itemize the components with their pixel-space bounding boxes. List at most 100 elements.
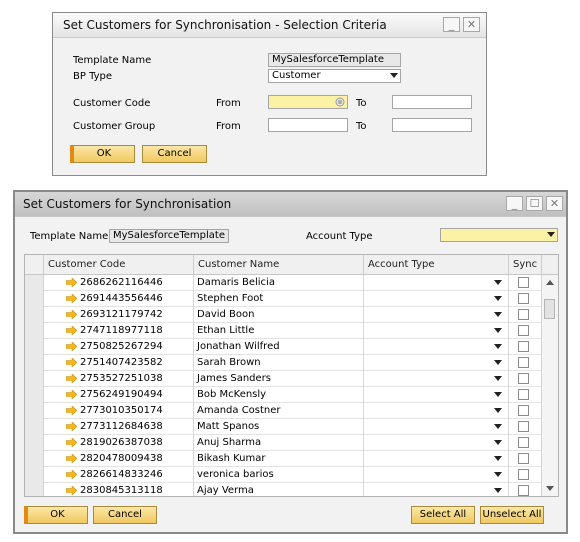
criteria-titlebar[interactable]: Set Customers for Synchronisation - Sele…	[53, 13, 486, 38]
row-selector[interactable]	[25, 387, 44, 403]
customer-group-to-field[interactable]	[392, 118, 472, 132]
row-selector[interactable]	[25, 355, 44, 371]
link-arrow-icon[interactable]	[66, 342, 77, 351]
account-type-dropdown[interactable]	[364, 403, 509, 419]
row-selector[interactable]	[25, 435, 44, 451]
account-type-dropdown[interactable]	[364, 467, 509, 483]
sync-titlebar[interactable]: Set Customers for Synchronisation _ ☐ ✕	[15, 192, 566, 217]
table-row[interactable]: 2750825267294 Jonathan Wilfred	[25, 339, 542, 355]
account-type-dropdown[interactable]	[364, 339, 509, 355]
table-row[interactable]: 2693121179742 David Boon	[25, 307, 542, 323]
row-selector[interactable]	[25, 339, 44, 355]
sync-checkbox[interactable]	[518, 277, 529, 288]
customer-code-from-field[interactable]	[268, 95, 348, 109]
account-type-dropdown[interactable]	[364, 307, 509, 323]
unselect-all-button[interactable]: Unselect All	[480, 506, 544, 524]
row-selector[interactable]	[25, 483, 44, 496]
table-row[interactable]: 2747118977118 Ethan Little	[25, 323, 542, 339]
table-row[interactable]: 2753527251038 James Sanders	[25, 371, 542, 387]
table-row[interactable]: 2773010350174 Amanda Costner	[25, 403, 542, 419]
sync-checkbox[interactable]	[518, 453, 529, 464]
account-type-select[interactable]	[440, 228, 558, 242]
scroll-thumb[interactable]	[544, 299, 555, 319]
row-selector[interactable]	[25, 467, 44, 483]
account-type-dropdown[interactable]	[364, 323, 509, 339]
table-row[interactable]: 2773112684638 Matt Spanos	[25, 419, 542, 435]
row-selector[interactable]	[25, 451, 44, 467]
table-row[interactable]: 2820478009438 Bikash Kumar	[25, 451, 542, 467]
row-selector[interactable]	[25, 275, 44, 291]
table-row[interactable]: 2819026387038 Anuj Sharma	[25, 435, 542, 451]
account-type-dropdown[interactable]	[364, 291, 509, 307]
sync-checkbox[interactable]	[518, 341, 529, 352]
account-type-dropdown[interactable]	[364, 275, 509, 291]
account-type-dropdown[interactable]	[364, 435, 509, 451]
link-arrow-icon[interactable]	[66, 438, 77, 447]
sync-checkbox[interactable]	[518, 485, 529, 496]
account-type-dropdown[interactable]	[364, 419, 509, 435]
customer-code-to-field[interactable]	[392, 95, 472, 109]
link-arrow-icon[interactable]	[66, 422, 77, 431]
header-customer-name[interactable]: Customer Name	[194, 255, 364, 274]
sync-checkbox[interactable]	[518, 293, 529, 304]
account-type-dropdown[interactable]	[364, 483, 509, 496]
cancel-button[interactable]: Cancel	[93, 506, 157, 524]
table-row[interactable]: 2826614833246 veronica barios	[25, 467, 542, 483]
link-arrow-icon[interactable]	[66, 486, 77, 495]
account-type-dropdown[interactable]	[364, 451, 509, 467]
sync-checkbox[interactable]	[518, 309, 529, 320]
link-arrow-icon[interactable]	[66, 374, 77, 383]
row-selector[interactable]	[25, 307, 44, 323]
table-row[interactable]: 2686262116446 Damaris Belicia	[25, 275, 542, 291]
account-type-dropdown[interactable]	[364, 387, 509, 403]
maximize-button[interactable]: ☐	[526, 196, 543, 211]
customer-group-from-field[interactable]	[268, 118, 348, 132]
sync-checkbox[interactable]	[518, 373, 529, 384]
sync-checkbox[interactable]	[518, 469, 529, 480]
sync-checkbox[interactable]	[518, 325, 529, 336]
row-selector[interactable]	[25, 323, 44, 339]
choose-from-list-icon[interactable]	[335, 97, 345, 107]
header-sync[interactable]: Sync	[509, 255, 542, 274]
customer-code-text: 2820478009438	[80, 453, 163, 464]
header-customer-code[interactable]: Customer Code	[44, 255, 194, 274]
sync-checkbox[interactable]	[518, 405, 529, 416]
link-arrow-icon[interactable]	[66, 470, 77, 479]
ok-button[interactable]: OK	[70, 145, 135, 163]
close-button[interactable]: ✕	[546, 196, 563, 211]
row-selector[interactable]	[25, 403, 44, 419]
grid-scrollbar[interactable]	[541, 275, 558, 496]
cancel-button[interactable]: Cancel	[142, 145, 207, 163]
select-all-button[interactable]: Select All	[411, 506, 475, 524]
link-arrow-icon[interactable]	[66, 326, 77, 335]
scroll-down-icon[interactable]	[542, 482, 558, 494]
link-arrow-icon[interactable]	[66, 390, 77, 399]
link-arrow-icon[interactable]	[66, 358, 77, 367]
row-selector[interactable]	[25, 291, 44, 307]
sync-checkbox[interactable]	[518, 437, 529, 448]
sync-checkbox[interactable]	[518, 421, 529, 432]
link-arrow-icon[interactable]	[66, 406, 77, 415]
sync-title: Set Customers for Synchronisation	[23, 197, 232, 211]
link-arrow-icon[interactable]	[66, 310, 77, 319]
close-button[interactable]: ✕	[463, 17, 480, 32]
minimize-button[interactable]: _	[506, 196, 523, 211]
sync-checkbox[interactable]	[518, 357, 529, 368]
minimize-button[interactable]: _	[443, 17, 460, 32]
table-row[interactable]: 2751407423582 Sarah Brown	[25, 355, 542, 371]
ok-button[interactable]: OK	[24, 506, 88, 524]
table-row[interactable]: 2691443556446 Stephen Foot	[25, 291, 542, 307]
row-selector[interactable]	[25, 419, 44, 435]
account-type-dropdown[interactable]	[364, 355, 509, 371]
sync-checkbox[interactable]	[518, 389, 529, 400]
scroll-up-icon[interactable]	[542, 277, 558, 289]
bp-type-select[interactable]: Customer	[268, 69, 401, 83]
account-type-dropdown[interactable]	[364, 371, 509, 387]
row-selector[interactable]	[25, 371, 44, 387]
header-account-type[interactable]: Account Type	[364, 255, 509, 274]
link-arrow-icon[interactable]	[66, 278, 77, 287]
table-row[interactable]: 2756249190494 Bob McKensly	[25, 387, 542, 403]
link-arrow-icon[interactable]	[66, 294, 77, 303]
link-arrow-icon[interactable]	[66, 454, 77, 463]
table-row[interactable]: 2830845313118 Ajay Verma	[25, 483, 542, 496]
